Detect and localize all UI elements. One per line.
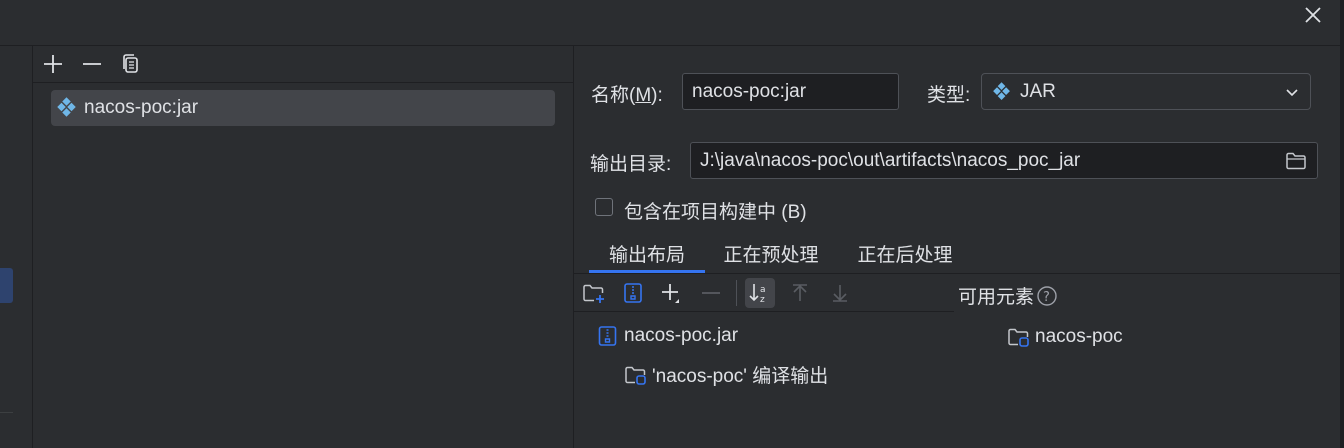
left-sidebar	[0, 46, 33, 448]
name-input-value: nacos-poc:jar	[692, 80, 807, 102]
help-icon[interactable]: ?	[1036, 285, 1058, 307]
artifact-list-item[interactable]: nacos-poc:jar	[51, 90, 555, 126]
chevron-down-icon	[1284, 84, 1300, 100]
svg-text:a: a	[760, 285, 766, 295]
add-archive-icon[interactable]	[618, 278, 648, 308]
archive-icon	[598, 325, 618, 347]
jar-type-icon	[992, 81, 1012, 102]
svg-text:?: ?	[1043, 290, 1050, 305]
remove-icon[interactable]	[696, 278, 726, 308]
tab-preprocessing[interactable]: 正在预处理	[715, 233, 827, 273]
tree-item-jar[interactable]: nacos-poc.jar	[598, 325, 738, 347]
output-dir-value: J:\java\nacos-poc\out\artifacts\nacos_po…	[700, 149, 1081, 171]
left-sidebar-selection[interactable]	[0, 268, 13, 303]
jar-artifact-icon	[56, 97, 78, 119]
svg-text:z: z	[760, 295, 765, 305]
module-folder-icon	[624, 363, 648, 387]
move-down-icon[interactable]	[825, 278, 855, 308]
minus-icon[interactable]	[78, 50, 106, 78]
artifact-name: nacos-poc:jar	[84, 97, 199, 118]
type-label: 类型:	[927, 85, 971, 106]
folder-icon[interactable]	[1285, 150, 1307, 172]
available-elements-header: 可用元素 ?	[958, 282, 1058, 309]
tab-output-layout[interactable]: 输出布局	[589, 233, 705, 273]
output-layout-toolbar: az	[574, 274, 954, 312]
name-input[interactable]: nacos-poc:jar	[682, 73, 899, 110]
tree-item-jar-label: nacos-poc.jar	[624, 325, 739, 346]
sort-elements-icon[interactable]: az	[745, 278, 775, 308]
move-up-icon[interactable]	[785, 278, 815, 308]
create-directory-icon[interactable]	[579, 278, 609, 308]
available-item-module-label: nacos-poc	[1035, 326, 1123, 347]
tab-output-layout-label: 输出布局	[608, 244, 685, 266]
tree-item-compile-output[interactable]: 'nacos-poc' 编译输出	[624, 361, 828, 388]
type-dropdown[interactable]: JAR	[981, 73, 1311, 110]
copy-icon[interactable]	[117, 50, 145, 78]
output-dir-label: 输出目录:	[590, 154, 672, 175]
available-elements-label: 可用元素	[958, 287, 1035, 308]
tab-preprocessing-label: 正在预处理	[723, 244, 819, 266]
module-folder-icon	[1007, 325, 1031, 349]
dialog-title-bar	[0, 0, 1344, 46]
window-edge	[1340, 0, 1344, 448]
tree-item-compile-output-label: 'nacos-poc' 编译输出	[652, 366, 829, 387]
close-icon[interactable]	[1300, 2, 1326, 28]
artifact-list-toolbar	[33, 46, 573, 83]
available-item-module[interactable]: nacos-poc	[1007, 325, 1123, 349]
tab-postprocessing[interactable]: 正在后处理	[848, 233, 962, 273]
toolbar-separator	[736, 280, 737, 306]
left-sidebar-divider	[0, 412, 13, 413]
name-label-mnemonic: M	[635, 85, 652, 106]
plus-icon[interactable]	[39, 50, 67, 78]
type-value: JAR	[1020, 80, 1056, 102]
include-in-build-checkbox[interactable]	[595, 198, 613, 216]
name-label-suffix: ):	[651, 85, 663, 106]
output-dir-input[interactable]: J:\java\nacos-poc\out\artifacts\nacos_po…	[690, 142, 1318, 179]
add-copy-of-icon[interactable]	[656, 278, 686, 308]
name-label-prefix: 名称(	[591, 85, 636, 106]
active-tab-indicator	[589, 270, 705, 273]
tab-postprocessing-label: 正在后处理	[857, 244, 953, 266]
name-label: 名称(M):	[591, 80, 663, 107]
include-in-build-label: 包含在项目构建中 (B)	[624, 202, 807, 223]
